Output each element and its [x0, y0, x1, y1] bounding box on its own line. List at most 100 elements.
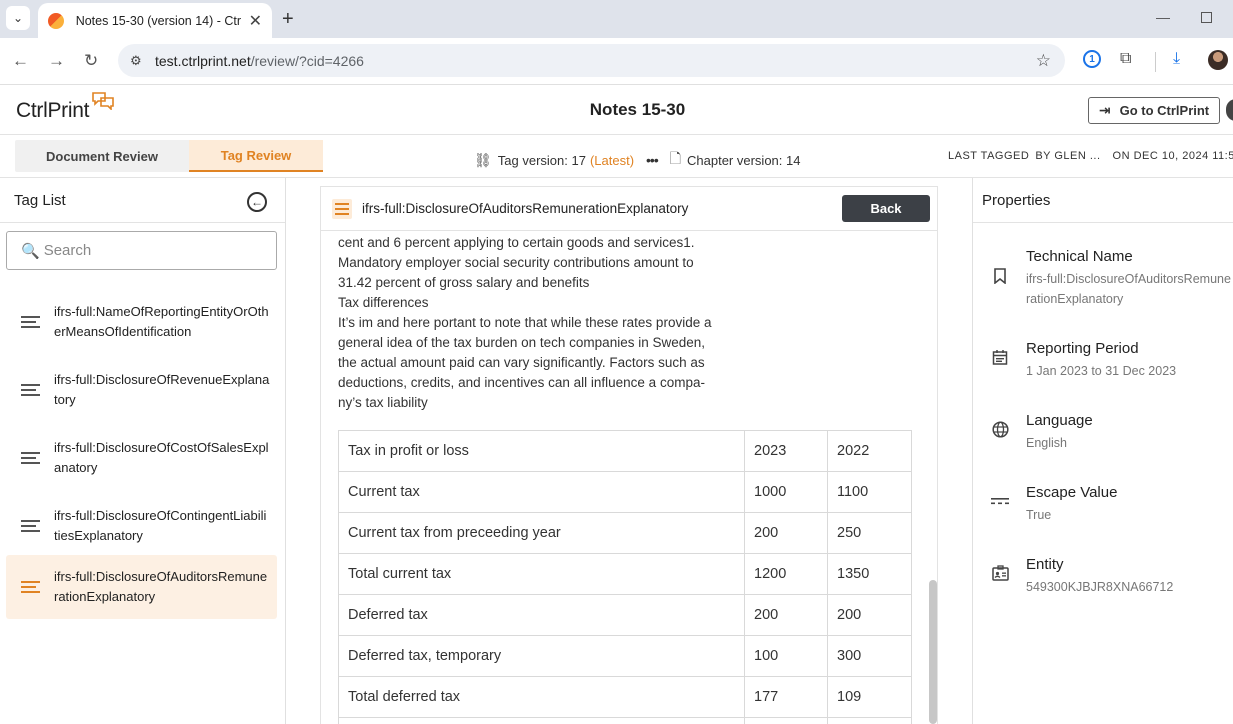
globe-icon: [990, 419, 1010, 439]
table-row: Current tax 1000 1100: [338, 471, 912, 513]
bookmark-icon: [990, 266, 1010, 286]
paragraph-line: general idea of the tax burden on tech c…: [338, 335, 705, 350]
tag-list-item[interactable]: ifrs-full:DisclosureOfRevenueExplanatory: [6, 358, 277, 422]
tag-content-header: ifrs-full:DisclosureOfAuditorsRemunerati…: [320, 186, 938, 231]
address-bar[interactable]: ⚙ test.ctrlprint.net/review/?cid=4266 ☆: [118, 44, 1065, 77]
tag-list-item[interactable]: ifrs-full:NameOfReportingEntityOrOtherMe…: [6, 290, 277, 354]
property-value: 1 Jan 2023 to 31 Dec 2023: [1026, 364, 1177, 378]
extensions-puzzle-icon[interactable]: ⧉: [1120, 50, 1131, 68]
tag-list-item-label: ifrs-full:DisclosureOfAuditorsRemunerati…: [54, 569, 268, 604]
tag-search-input[interactable]: [43, 242, 264, 259]
table-cell: Deferred tax: [338, 594, 745, 636]
app-header: CtrlPrint Notes 15-30 ⇥ Go to CtrlPrint: [0, 85, 1233, 135]
text-block-icon: [332, 198, 352, 219]
table-cell: 300: [827, 635, 912, 677]
tag-content-title: ifrs-full:DisclosureOfAuditorsRemunerati…: [362, 201, 689, 216]
table-cell: 200: [744, 512, 828, 554]
tag-version-icon: ⛓: [474, 151, 492, 168]
tab-tag-review[interactable]: Tag Review: [189, 140, 323, 172]
text-block-icon: [6, 449, 54, 467]
sign-in-icon: ⇥: [1098, 102, 1111, 118]
tax-table: Tax in profit or loss 2023 2022 Current ta…: [338, 430, 912, 724]
page-title: Notes 15-30: [589, 100, 686, 119]
site-info-icon[interactable]: ⚙: [130, 53, 146, 69]
property-value: True: [1026, 508, 1052, 522]
tag-search-box[interactable]: 🔍: [6, 231, 277, 270]
last-tagged-by: BY GLEN ...: [1035, 150, 1101, 162]
tab-search-chevron-icon[interactable]: ⌄: [6, 6, 30, 30]
tag-list-item[interactable]: ifrs-full:DisclosureOfCostOfSalesExplana…: [6, 426, 277, 490]
window-minimize-icon[interactable]: —: [1156, 9, 1170, 25]
table-cell: [744, 717, 828, 724]
table-row: Deferred tax 200 200: [338, 594, 912, 636]
document-icon: 🗋: [669, 150, 682, 166]
tag-list-item[interactable]: ifrs-full:DisclosureOfContingentLiabilit…: [6, 494, 277, 558]
window-maximize-icon[interactable]: [1201, 12, 1212, 23]
last-tagged-label: LAST TAGGED: [948, 150, 1030, 162]
text-block-icon: [6, 578, 54, 596]
properties-title: Properties: [982, 192, 1051, 209]
table-cell: [338, 717, 745, 724]
paragraph-line: deductions, credits, and incentives can …: [338, 375, 705, 390]
tag-list-item-label: ifrs-full:NameOfReportingEntityOrOtherMe…: [54, 304, 269, 339]
paragraph-line: the actual amount paid can vary signific…: [338, 355, 705, 370]
table-cell: Deferred tax, temporary: [338, 635, 745, 677]
bookmark-star-icon[interactable]: ☆: [1036, 51, 1051, 71]
tag-list-item-selected[interactable]: ifrs-full:DisclosureOfAuditorsRemunerati…: [6, 555, 277, 619]
text-block-icon: [6, 313, 54, 331]
text-block-icon: [6, 517, 54, 535]
escape-lines-icon: [990, 491, 1010, 511]
table-cell: Current tax: [338, 471, 745, 513]
table-cell: 200: [827, 594, 912, 636]
download-icon[interactable]: ⤓: [1173, 50, 1180, 68]
tab-document-review[interactable]: Document Review: [15, 140, 189, 172]
new-tab-plus-icon[interactable]: +: [282, 8, 294, 31]
back-arrow-icon[interactable]: ←: [12, 51, 29, 71]
property-label: Technical Name: [1026, 248, 1133, 265]
browser-tabstrip: ⌄ Notes 15-30 (version 14) - CtrlPrint ✕…: [0, 0, 1233, 38]
paragraph-line: It’s im and here portant to note that wh…: [338, 315, 712, 330]
review-mode-toggle: Document Review Tag Review: [15, 140, 323, 172]
table-cell: Total current tax: [338, 553, 745, 595]
table-cell: 109: [827, 676, 912, 718]
back-button[interactable]: Back: [842, 195, 930, 222]
properties-header: Properties: [973, 178, 1233, 223]
table-cell: 1000: [744, 471, 828, 513]
paragraph-line: cent and 6 percent applying to certain g…: [338, 235, 695, 250]
more-dots-icon[interactable]: •••: [646, 152, 659, 168]
latest-link[interactable]: (Latest): [590, 153, 634, 168]
table-row: Total deferred tax 177 109: [338, 676, 912, 718]
go-to-ctrlprint-button[interactable]: ⇥ Go to CtrlPrint: [1088, 97, 1220, 124]
tag-list-item-label: ifrs-full:DisclosureOfCostOfSalesExplana…: [54, 440, 269, 475]
property-value: English: [1026, 436, 1067, 450]
table-row: Total current tax 1200 1350: [338, 553, 912, 595]
password-manager-icon[interactable]: 1: [1083, 50, 1101, 68]
property-value: 549300KJBJR8XNA66712: [1026, 580, 1174, 594]
table-cell: Total deferred tax: [338, 676, 745, 718]
sub-header: Document Review Tag Review ⛓ Tag version…: [0, 135, 1233, 178]
content-scrollbar[interactable]: [929, 580, 937, 724]
chapter-version-label: Chapter version: 14: [687, 152, 801, 168]
paragraph-line: Mandatory employer social security contr…: [338, 255, 694, 270]
property-label: Language: [1026, 412, 1093, 429]
tag-content-body[interactable]: cent and 6 percent applying to certain g…: [320, 231, 938, 724]
forward-arrow-icon[interactable]: →: [48, 51, 65, 71]
table-cell: 100: [744, 635, 828, 677]
browser-tab-title: Notes 15-30 (version 14) - CtrlPrint: [75, 13, 241, 28]
browser-tab-active[interactable]: Notes 15-30 (version 14) - CtrlPrint ✕: [38, 3, 272, 38]
tagged-text: cent and 6 percent applying to certain g…: [338, 233, 728, 413]
ctrlprint-favicon-icon: [48, 12, 64, 29]
table-cell: Current tax from preceeding year: [338, 512, 745, 554]
table-cell: 1200: [744, 553, 828, 595]
text-block-icon: [6, 381, 54, 399]
profile-avatar[interactable]: [1208, 50, 1228, 70]
tag-list-item-label: ifrs-full:DisclosureOfContingentLiabilit…: [54, 508, 267, 543]
collapse-panel-icon[interactable]: ←: [247, 192, 267, 212]
version-info: ⛓ Tag version: 17 (Latest) ••• 🗋 Chapter…: [474, 148, 800, 172]
table-cell: Tax in profit or loss: [338, 430, 745, 472]
property-label: Reporting Period: [1026, 340, 1139, 357]
tab-close-icon[interactable]: ✕: [249, 11, 262, 31]
table-cell: 2023: [744, 430, 828, 472]
reload-icon[interactable]: ↻: [84, 51, 98, 71]
table-cell: 177: [744, 676, 828, 718]
